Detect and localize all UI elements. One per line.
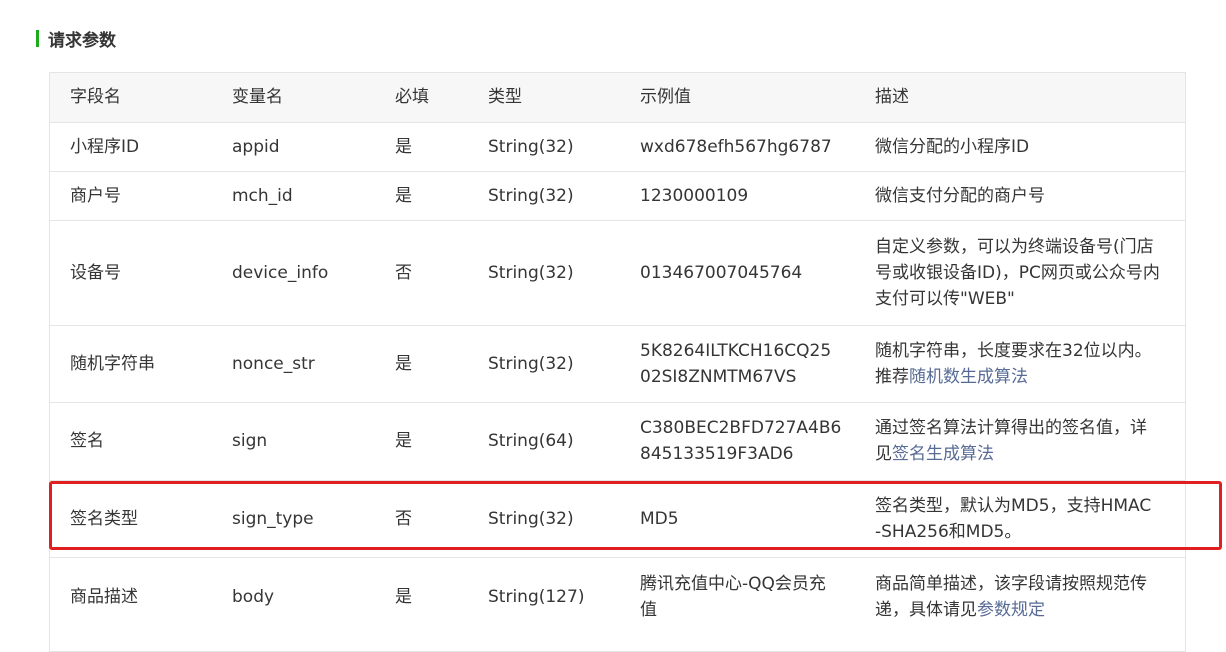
cell-type: String(32) <box>488 262 574 283</box>
cell-example: 腾讯充值中心-QQ会员充 值 <box>640 574 826 621</box>
cell-required: 是 <box>395 431 412 451</box>
section-header: 请求参数 <box>36 28 116 51</box>
table-row: 随机字符串 nonce_str 是 String(32) 5K8264ILTKC… <box>50 325 1185 402</box>
cell-field: 随机字符串 <box>70 353 155 374</box>
cell-type: String(32) <box>488 353 574 374</box>
cell-field: 签名 <box>70 431 104 451</box>
cell-desc: 通过签名算法计算得出的签名值，详 见签名生成算法 <box>855 402 1185 480</box>
sign-algorithm-link[interactable]: 签名生成算法 <box>892 444 994 464</box>
table-row: 设备号 device_info 否 String(32) 01346700704… <box>50 220 1185 325</box>
table-header-row: 字段名 变量名 必填 类型 示例值 描述 <box>50 73 1185 122</box>
cell-required: 是 <box>395 185 412 206</box>
cell-example: MD5 <box>640 508 679 529</box>
header-description: 描述 <box>875 87 909 108</box>
cell-desc: 商品简单描述，该字段请按照规范传 递，具体请见参数规定 <box>855 557 1185 637</box>
cell-var: device_info <box>232 262 329 283</box>
cell-field: 小程序ID <box>70 136 140 157</box>
cell-example: wxd678efh567hg6787 <box>640 136 832 157</box>
desc-text: 微信支付分配的商户号 <box>875 185 1045 206</box>
cell-required: 否 <box>395 508 412 529</box>
cell-desc: 微信支付分配的商户号 <box>855 171 1185 220</box>
header-type: 类型 <box>488 87 522 108</box>
random-algorithm-link[interactable]: 随机数生成算法 <box>909 367 1028 387</box>
cell-desc: 随机字符串，长度要求在32位以内。 推荐随机数生成算法 <box>855 325 1185 402</box>
cell-example: C380BEC2BFD727A4B6 845133519F3AD6 <box>640 418 842 464</box>
cell-example: 5K8264ILTKCH16CQ25 02SI8ZNMTM67VS <box>640 340 832 387</box>
cell-required: 是 <box>395 136 412 157</box>
desc-text: 微信分配的小程序ID <box>875 136 1030 157</box>
cell-required: 否 <box>395 262 412 283</box>
cell-var: appid <box>232 136 280 157</box>
header-required: 必填 <box>395 87 429 108</box>
table-row: 商户号 mch_id 是 String(32) 1230000109 微信支付分… <box>50 171 1185 220</box>
header-example: 示例值 <box>640 87 691 108</box>
table-row: 商品描述 body 是 String(127) 腾讯充值中心-QQ会员充 值 商… <box>50 557 1185 637</box>
header-variable-name: 变量名 <box>232 87 283 108</box>
table-row: 签名 sign 是 String(64) C380BEC2BFD727A4B6 … <box>50 402 1185 480</box>
cell-example: 1230000109 <box>640 185 749 206</box>
cell-var: nonce_str <box>232 353 315 374</box>
cell-type: String(64) <box>488 431 574 451</box>
cell-required: 是 <box>395 587 412 608</box>
cell-var: body <box>232 587 275 608</box>
cell-example: 013467007045764 <box>640 262 803 283</box>
params-table: 字段名 变量名 必填 类型 示例值 描述 小程序ID appid 是 Strin… <box>50 73 1185 637</box>
cell-field: 设备号 <box>70 262 121 283</box>
cell-field: 商品描述 <box>70 587 138 608</box>
header-field-name: 字段名 <box>70 87 121 108</box>
cell-desc: 自定义参数，可以为终端设备号(门店 号或收银设备ID)，PC网页或公众号内 支付… <box>855 220 1185 325</box>
desc-text: 自定义参数，可以为终端设备号(门店 号或收银设备ID)，PC网页或公众号内 支付… <box>875 236 1160 309</box>
params-table-container: 字段名 变量名 必填 类型 示例值 描述 小程序ID appid 是 Strin… <box>49 72 1186 652</box>
cell-var: mch_id <box>232 185 293 206</box>
cell-desc: 签名类型，默认为MD5，支持HMAC -SHA256和MD5。 <box>855 480 1185 557</box>
table-row-highlighted: 签名类型 sign_type 否 String(32) MD5 签名类型，默认为… <box>50 480 1185 557</box>
cell-var: sign_type <box>232 508 314 529</box>
table-row: 小程序ID appid 是 String(32) wxd678efh567hg6… <box>50 122 1185 171</box>
cell-field: 签名类型 <box>70 508 138 529</box>
desc-text: 签名类型，默认为MD5，支持HMAC -SHA256和MD5。 <box>875 495 1152 542</box>
cell-type: String(127) <box>488 587 585 608</box>
cell-required: 是 <box>395 353 412 374</box>
section-title: 请求参数 <box>48 30 116 51</box>
cell-desc: 微信分配的小程序ID <box>855 122 1185 171</box>
cell-type: String(32) <box>488 136 574 157</box>
cell-type: String(32) <box>488 508 574 529</box>
cell-field: 商户号 <box>70 185 121 206</box>
cell-type: String(32) <box>488 185 574 206</box>
section-accent-bar <box>36 29 39 47</box>
cell-var: sign <box>232 431 268 451</box>
param-rules-link[interactable]: 参数规定 <box>977 600 1045 620</box>
